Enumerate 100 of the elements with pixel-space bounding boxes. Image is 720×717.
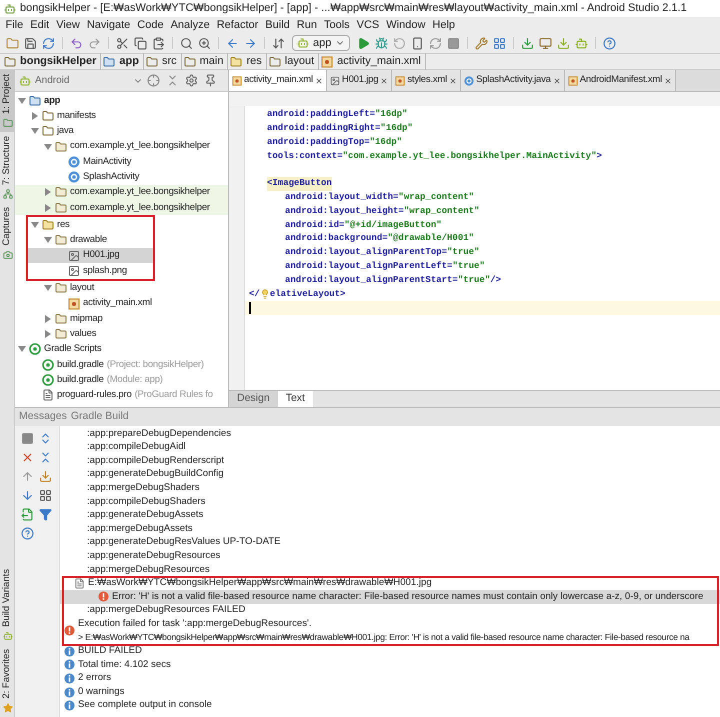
expanded-arrow-icon[interactable] xyxy=(44,284,52,292)
message-row[interactable]: 2 errors xyxy=(60,672,720,686)
tree-item[interactable]: app xyxy=(15,93,228,108)
message-row[interactable]: :app:generateDebugAssets xyxy=(60,508,720,522)
collapsed-arrow-icon[interactable] xyxy=(44,188,52,196)
menu-item[interactable]: Tools xyxy=(320,16,354,34)
tool-window-tab[interactable]: 7: Structure xyxy=(0,132,15,204)
tree-item[interactable]: com.example.yt_lee.bongsikhelper xyxy=(15,184,228,200)
tree-item[interactable]: drawable xyxy=(28,232,153,248)
menu-item[interactable]: Edit xyxy=(26,16,53,34)
tree-item[interactable]: values xyxy=(15,326,228,342)
tree-item-label: res xyxy=(57,218,70,232)
copy-icon[interactable] xyxy=(132,34,149,52)
tree-item[interactable]: Gradle Scripts xyxy=(15,342,228,358)
message-row[interactable]: 0 warnings xyxy=(60,685,720,699)
menu-item[interactable]: Window xyxy=(382,16,429,34)
message-row[interactable]: BUILD FAILED xyxy=(60,644,720,658)
collapsed-arrow-icon[interactable] xyxy=(44,314,52,323)
message-row[interactable]: :app:mergeDebugResources FAILED xyxy=(60,604,720,618)
expanded-arrow-icon[interactable] xyxy=(44,236,52,244)
tree-item[interactable]: layout xyxy=(15,280,228,296)
menu-item[interactable]: Code xyxy=(134,16,168,34)
close-icon[interactable] xyxy=(552,76,561,84)
file-icon xyxy=(74,578,85,589)
settings-icon[interactable] xyxy=(183,72,200,89)
tree-item[interactable]: res xyxy=(28,217,153,233)
menu-item[interactable]: Help xyxy=(428,16,459,34)
app-icon xyxy=(4,2,16,14)
expanded-arrow-icon[interactable] xyxy=(44,142,52,151)
message-row[interactable]: :app:compileDebugShaders xyxy=(60,494,720,509)
editor-tab[interactable]: styles.xml xyxy=(392,70,462,91)
message-row[interactable]: :app:mergeDebugResources xyxy=(60,562,720,577)
message-row[interactable]: :app:compileDebugAidl xyxy=(60,440,720,454)
panel-tab[interactable]: Gradle Build xyxy=(70,409,129,425)
tree-item[interactable]: H001.jpg xyxy=(28,248,153,264)
message-row[interactable]: :app:mergeDebugShaders xyxy=(60,481,720,495)
message-row[interactable]: :app:mergeDebugAssets xyxy=(60,522,720,536)
menu-item[interactable]: Build xyxy=(262,16,294,34)
expanded-arrow-icon[interactable] xyxy=(18,96,26,105)
tree-item[interactable]: manifests xyxy=(15,108,228,124)
menu-item[interactable]: Navigate xyxy=(83,16,134,34)
settings-icon[interactable] xyxy=(473,34,490,52)
expanded-arrow-icon[interactable] xyxy=(31,127,39,136)
expanded-arrow-icon[interactable] xyxy=(31,221,39,230)
message-detail: > E:₩asWork₩YTC₩bongsikHelper₩app₩src₩main₩res₩drawable₩H001.jpg: Error: 'H' is not a valid file-based resource name character: File-based resource na xyxy=(78,630,690,644)
message-text: :app:mergeDebugShaders xyxy=(87,480,200,495)
tool-window-tab[interactable]: 1: Project xyxy=(0,70,15,132)
tree-item[interactable]: com.example.yt_lee.bongsikhelper xyxy=(15,138,228,154)
menu-item[interactable]: VCS xyxy=(353,16,383,34)
message-row[interactable]: :app:generateDebugResources xyxy=(60,549,720,563)
expanded-arrow-icon[interactable] xyxy=(18,345,26,354)
menu-item[interactable]: File xyxy=(2,16,27,34)
debug-icon[interactable] xyxy=(373,34,390,52)
tree-item[interactable]: splash.png xyxy=(28,263,153,279)
editor-tab[interactable]: SplashActivity.java xyxy=(461,70,565,91)
message-row[interactable]: :app:compileDebugRenderscript xyxy=(60,454,720,468)
close-icon[interactable] xyxy=(380,76,388,84)
collapsed-arrow-icon[interactable] xyxy=(44,204,52,212)
message-row[interactable]: :app:prepareDebugDependencies xyxy=(60,427,720,441)
menu-item[interactable]: Run xyxy=(293,16,320,34)
tree-item[interactable]: java xyxy=(15,124,228,139)
tree-item[interactable]: proguard-rules.pro (ProGuard Rules fo xyxy=(15,388,228,403)
message-row[interactable]: :app:generateDebugBuildConfig xyxy=(60,468,720,482)
message-row[interactable]: See complete output in console xyxy=(60,698,720,712)
help-icon[interactable] xyxy=(601,34,618,52)
editor-tab[interactable]: AndroidManifest.xml xyxy=(564,70,676,91)
tool-window-tab[interactable]: Build Variants xyxy=(0,565,15,646)
tool-window-tab[interactable]: Captures xyxy=(0,203,15,264)
tree-item[interactable]: build.gradle (Module: app) xyxy=(15,372,228,388)
editor-tab[interactable]: activity_main.xml xyxy=(229,70,327,91)
code-line: </ elativeLayout> xyxy=(248,288,346,302)
view-tab[interactable]: Design xyxy=(229,391,278,407)
tree-item[interactable]: com.example.yt_lee.bongsikhelper xyxy=(15,200,228,216)
message-text: :app:generateDebugResValues UP-TO-DATE xyxy=(87,535,281,550)
class-icon xyxy=(464,76,474,86)
tree-item[interactable]: mipmap xyxy=(15,311,228,326)
run-configuration-dropdown[interactable]: app xyxy=(292,35,350,51)
menu-item[interactable]: View xyxy=(52,16,84,34)
tree-item[interactable]: activity_main.xml xyxy=(15,296,228,312)
message-text: BUILD FAILED xyxy=(78,644,142,658)
lightbulb-icon[interactable] xyxy=(260,289,270,300)
tree-item[interactable]: MainActivity xyxy=(15,154,228,170)
message-row[interactable]: E:₩asWork₩YTC₩bongsikHelper₩app₩src₩main₩res₩drawable₩H001.jpg xyxy=(60,576,720,590)
menu-item[interactable]: Analyze xyxy=(167,16,214,34)
message-row[interactable]: Total time: 4.102 secs xyxy=(60,658,720,672)
window-title: bongsikHelper - [E:₩asWork₩YTC₩bongsikHelper] - [app] - ...₩app₩src₩main₩res₩layout₩activity_main.xml - Android Studio 2.1.1 xyxy=(20,1,687,16)
close-icon[interactable] xyxy=(314,76,323,84)
tree-item[interactable]: SplashActivity xyxy=(15,169,228,185)
collapsed-arrow-icon[interactable] xyxy=(31,112,39,120)
close-icon[interactable] xyxy=(664,76,672,84)
editor-tab[interactable]: H001.jpg xyxy=(326,70,392,91)
tree-item-label: manifests xyxy=(57,108,96,123)
tool-window-tab[interactable]: 2: Favorites xyxy=(0,645,15,717)
tree-item[interactable]: build.gradle (Project: bongsikHelper) xyxy=(15,357,228,372)
menu-item[interactable]: Refactor xyxy=(213,16,262,34)
collapsed-arrow-icon[interactable] xyxy=(44,330,52,338)
scroll-from-source-icon[interactable] xyxy=(145,72,162,89)
message-row[interactable]: :app:generateDebugResValues UP-TO-DATE xyxy=(60,536,720,550)
view-tab[interactable]: Text xyxy=(278,391,313,407)
close-icon[interactable] xyxy=(449,76,458,84)
